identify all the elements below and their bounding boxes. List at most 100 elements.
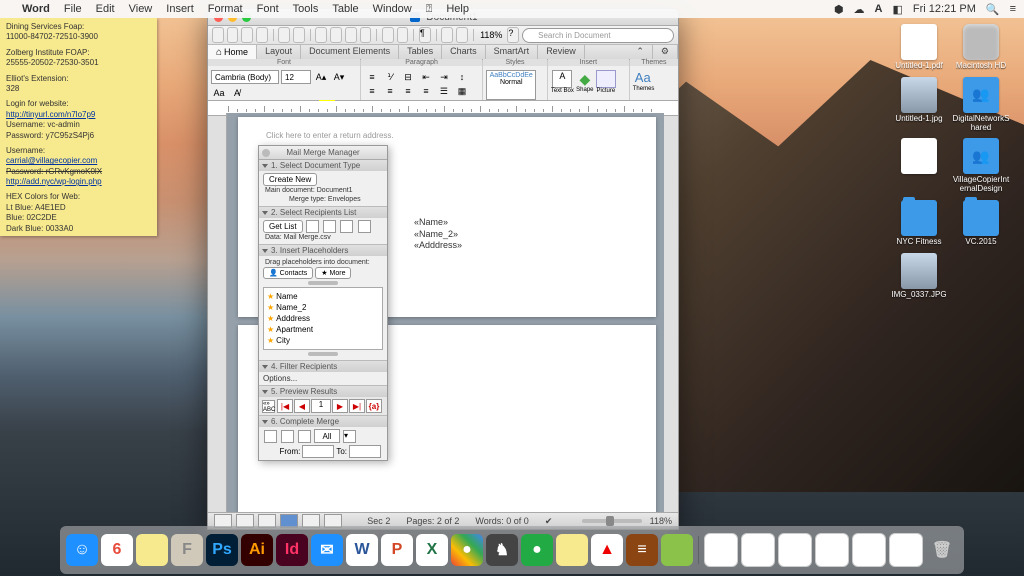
merge-field[interactable]: ★Apartment [267, 324, 379, 335]
contacts-tab[interactable]: 👤 Contacts [263, 267, 313, 279]
desktop-icon[interactable] [890, 138, 948, 176]
merge-field[interactable]: ★Name_2 [267, 302, 379, 313]
line-spacing[interactable]: ☰ [436, 84, 452, 98]
section-3-header[interactable]: 3. Insert Placeholders [259, 245, 387, 256]
first-button[interactable]: |◀ [277, 399, 293, 413]
dock-doc6[interactable] [889, 533, 923, 567]
menu-edit[interactable]: Edit [96, 3, 115, 15]
menu-insert[interactable]: Insert [166, 3, 194, 15]
zoom-value[interactable]: 118% [478, 30, 504, 40]
edit-icon[interactable] [323, 220, 336, 233]
sort[interactable]: ↕ [454, 70, 470, 84]
style-normal[interactable]: AaBbCcDdEe Normal [486, 70, 536, 100]
dock-books[interactable]: ≡ [626, 534, 658, 566]
merge-field[interactable]: ★Name [267, 291, 379, 302]
dock-doc5[interactable] [852, 533, 886, 567]
vertical-ruler[interactable] [226, 113, 227, 513]
menu-format[interactable]: Format [208, 3, 243, 15]
tab-tables[interactable]: Tables [399, 45, 442, 59]
grow-font[interactable]: A▴ [313, 70, 329, 84]
collapse-ribbon-icon[interactable]: ⌃ [628, 45, 653, 59]
shape-icon[interactable]: ◆ [576, 71, 594, 87]
tb-btn[interactable] [345, 27, 357, 43]
spell-icon[interactable]: ✔ [545, 516, 553, 527]
from-input[interactable] [302, 445, 334, 458]
list-icon[interactable] [306, 220, 319, 233]
tab-charts[interactable]: Charts [442, 45, 486, 59]
align-right[interactable]: ≡ [400, 84, 416, 98]
mail-merge-panel[interactable]: Mail Merge Manager 1. Select Document Ty… [258, 145, 388, 461]
tab-smartart[interactable]: SmartArt [486, 45, 539, 59]
zoom-slider[interactable] [582, 519, 642, 523]
dock-finder[interactable]: ☺ [66, 534, 98, 566]
prev-button[interactable]: ◀ [294, 399, 310, 413]
dock-calendar[interactable]: 6 [101, 534, 133, 566]
section-1-header[interactable]: 1. Select Document Type [259, 160, 387, 171]
desktop-icon[interactable]: IMG_0337.JPG [890, 253, 948, 300]
more-tab[interactable]: ★ More [315, 267, 351, 279]
adobe-icon[interactable]: A [875, 3, 883, 15]
menu-window[interactable]: Window [373, 3, 412, 15]
show-hide-icon[interactable]: ¶ [419, 27, 431, 43]
cloud-icon[interactable]: ☁ [854, 3, 865, 16]
dock-app3[interactable] [661, 534, 693, 566]
drag-handle[interactable] [308, 281, 338, 285]
dock-indesign[interactable]: Id [276, 534, 308, 566]
create-new-button[interactable]: Create New [263, 173, 317, 186]
recipient-icon[interactable] [358, 220, 371, 233]
dock-powerpoint[interactable]: P [381, 534, 413, 566]
menu-font[interactable]: Font [257, 3, 279, 15]
tab-home[interactable]: Home [208, 45, 257, 59]
dock-doc1[interactable] [704, 533, 738, 567]
dock-word[interactable]: W [346, 534, 378, 566]
print-icon[interactable] [293, 27, 305, 43]
dock-doc2[interactable] [741, 533, 775, 567]
app-name[interactable]: Word [22, 3, 50, 15]
merge-doc-icon[interactable] [264, 430, 277, 443]
merge-print-icon[interactable] [281, 430, 294, 443]
dock-mail[interactable]: ✉ [311, 534, 343, 566]
spotlight-icon[interactable]: 🔍 [986, 3, 1000, 16]
brackets-button[interactable]: {a} [366, 399, 382, 413]
sticky-note[interactable]: Dining Services Foap: 11000-84702-72510-… [0, 18, 157, 236]
options-link[interactable]: Options... [263, 374, 297, 383]
menu-table[interactable]: Table [332, 3, 358, 15]
abc-icon[interactable]: «»ABC [262, 400, 275, 413]
themes-icon[interactable]: Aa [633, 70, 653, 86]
drag-handle[interactable] [308, 352, 338, 356]
tb-btn[interactable] [278, 27, 290, 43]
shrink-font[interactable]: A▾ [331, 70, 347, 84]
tab-docelements[interactable]: Document Elements [301, 45, 399, 59]
dock-chrome[interactable]: ● [451, 534, 483, 566]
section-2-header[interactable]: 2. Select Recipients List [259, 207, 387, 218]
dock-illustrator[interactable]: Ai [241, 534, 273, 566]
numbering[interactable]: ⅟ [382, 70, 398, 84]
menu-help[interactable]: Help [446, 3, 469, 15]
help-icon[interactable]: ? [507, 27, 519, 43]
gear-icon[interactable]: ⚙ [653, 45, 678, 59]
tb-btn[interactable] [382, 27, 394, 43]
multilevel[interactable]: ⊟ [400, 70, 416, 84]
merge-field[interactable]: ★City [267, 335, 379, 346]
dock-photoshop[interactable]: Ps [206, 534, 238, 566]
tab-layout[interactable]: Layout [257, 45, 301, 59]
merge-email-icon[interactable] [298, 430, 311, 443]
menu-tools[interactable]: Tools [293, 3, 319, 15]
next-button[interactable]: ▶ [332, 399, 348, 413]
last-button[interactable]: ▶| [349, 399, 365, 413]
justify[interactable]: ≡ [418, 84, 434, 98]
desktop-icon[interactable]: NYC Fitness [890, 200, 948, 247]
section-5-header[interactable]: 5. Preview Results [259, 386, 387, 397]
dock-font[interactable]: F [171, 534, 203, 566]
return-address-placeholder[interactable]: Click here to enter a return address. [266, 131, 394, 140]
tab-review[interactable]: Review [538, 45, 585, 59]
outdent[interactable]: ⇤ [418, 70, 434, 84]
dock-excel[interactable]: X [416, 534, 448, 566]
desktop-icon[interactable]: 👥DigitalNetworkShared [952, 77, 1010, 133]
undo-icon[interactable] [241, 27, 253, 43]
expand-icon[interactable]: ▾ [343, 430, 356, 443]
save-icon[interactable] [212, 27, 224, 43]
all-select[interactable]: All [314, 429, 340, 443]
dropbox-icon[interactable]: ⬢ [834, 3, 844, 16]
desktop-icon[interactable]: Macintosh HD [952, 24, 1010, 71]
